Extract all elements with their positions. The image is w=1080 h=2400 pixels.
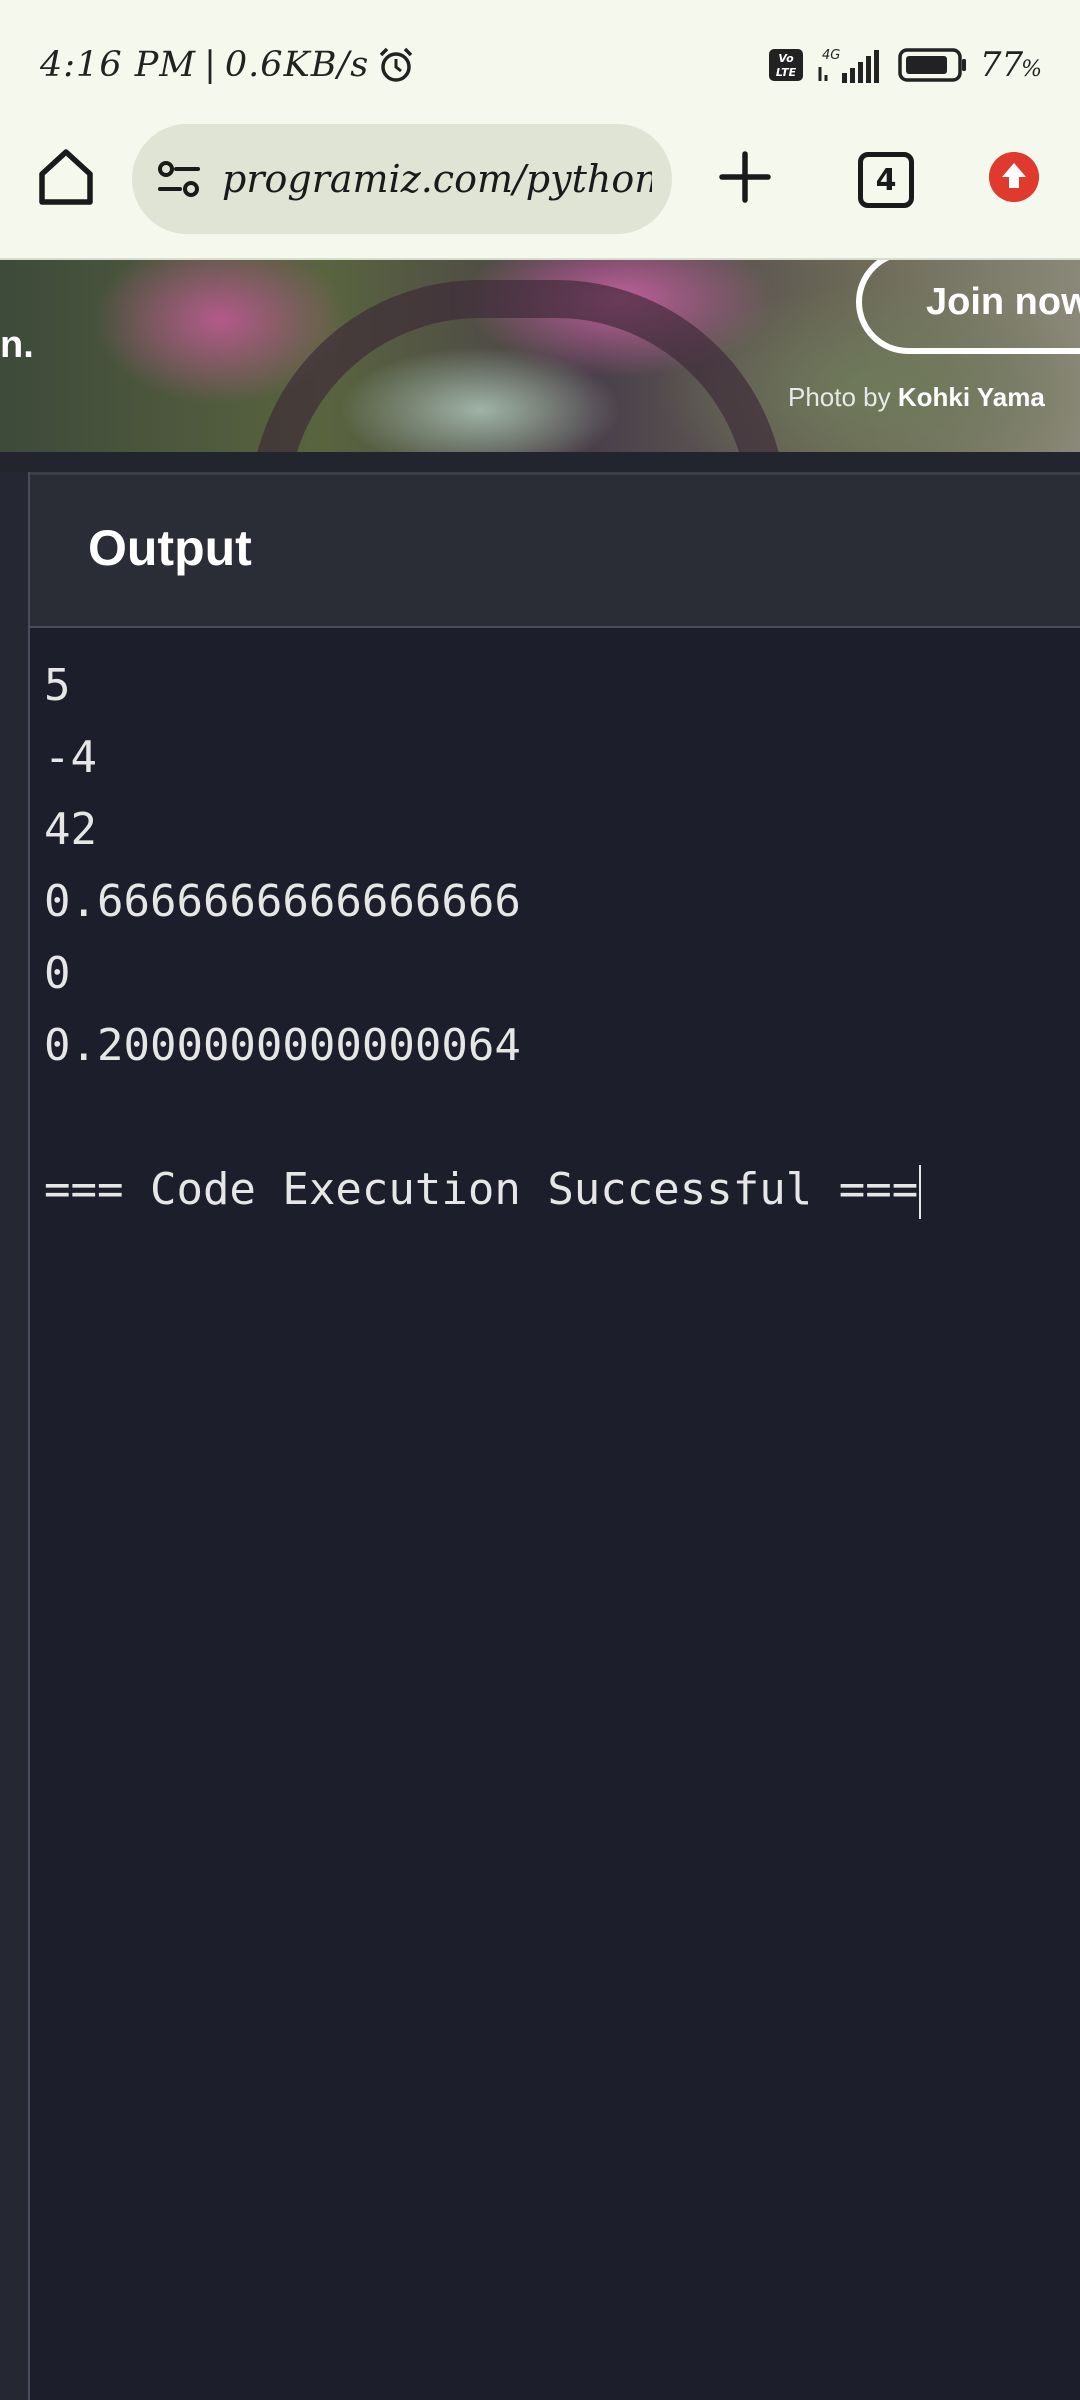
url-text[interactable]: programiz.com/python-p <box>222 157 652 201</box>
banner-divider <box>0 452 1080 472</box>
network-type-label: 4G <box>822 48 840 63</box>
output-line: 0.2000000000000064 <box>44 1020 521 1071</box>
battery-icon <box>898 48 966 82</box>
status-left: 4:16 PM | 0.6KB/s <box>40 40 415 90</box>
banner-left-text: n. <box>0 324 34 366</box>
text-cursor <box>919 1165 922 1219</box>
update-icon[interactable] <box>989 152 1039 202</box>
battery-percent-sign: % <box>1021 57 1042 82</box>
banner-photo-arch <box>250 280 786 452</box>
join-now-button[interactable]: Join now <box>856 260 1080 354</box>
alarm-icon <box>379 47 413 82</box>
svg-text:LTE: LTE <box>776 66 797 79</box>
site-settings-icon[interactable] <box>154 154 204 204</box>
home-icon[interactable] <box>36 146 96 208</box>
battery-percent-value: 77 <box>979 45 1024 85</box>
browser-toolbar: programiz.com/python-p 4 <box>0 124 1080 260</box>
execution-status: === Code Execution Successful === <box>44 1164 919 1215</box>
status-speed: 0.6KB/s <box>224 45 370 85</box>
output-line: -4 <box>44 732 97 783</box>
photo-credit-prefix: Photo by <box>788 382 891 412</box>
output-status-line: === Code Execution Successful === <box>44 1160 922 1220</box>
editor-gutter <box>0 472 30 2400</box>
photo-credit: Photo by Kohki Yama <box>788 382 1045 413</box>
output-line: 42 <box>44 804 97 855</box>
status-bar: 4:16 PM | 0.6KB/s Vo LTE 4G 77% <box>0 0 1080 124</box>
status-divider: | <box>204 45 217 85</box>
signal-icon: 4G <box>818 48 879 83</box>
output-line: 0.6666666666666666 <box>44 876 521 927</box>
svg-text:Vo: Vo <box>778 52 794 65</box>
status-time: 4:16 PM <box>40 45 197 85</box>
volte-icon: Vo LTE <box>768 49 803 81</box>
status-right: Vo LTE 4G 77% <box>768 40 1042 90</box>
output-line: 5 <box>44 660 71 711</box>
ad-banner[interactable]: n. Join now Photo by Kohki Yama <box>0 260 1080 452</box>
photographer-name: Kohki Yama <box>897 382 1045 412</box>
address-bar[interactable]: programiz.com/python-p <box>132 124 672 234</box>
new-tab-icon[interactable] <box>718 150 772 204</box>
output-title: Output <box>88 520 252 576</box>
output-header: Output <box>30 472 1080 628</box>
output-console[interactable]: 5 -4 42 0.6666666666666666 0 0.200000000… <box>30 630 1080 2400</box>
tab-switcher-button[interactable]: 4 <box>858 152 914 208</box>
output-line: 0 <box>44 948 71 999</box>
battery-percent: 77% <box>980 45 1042 85</box>
